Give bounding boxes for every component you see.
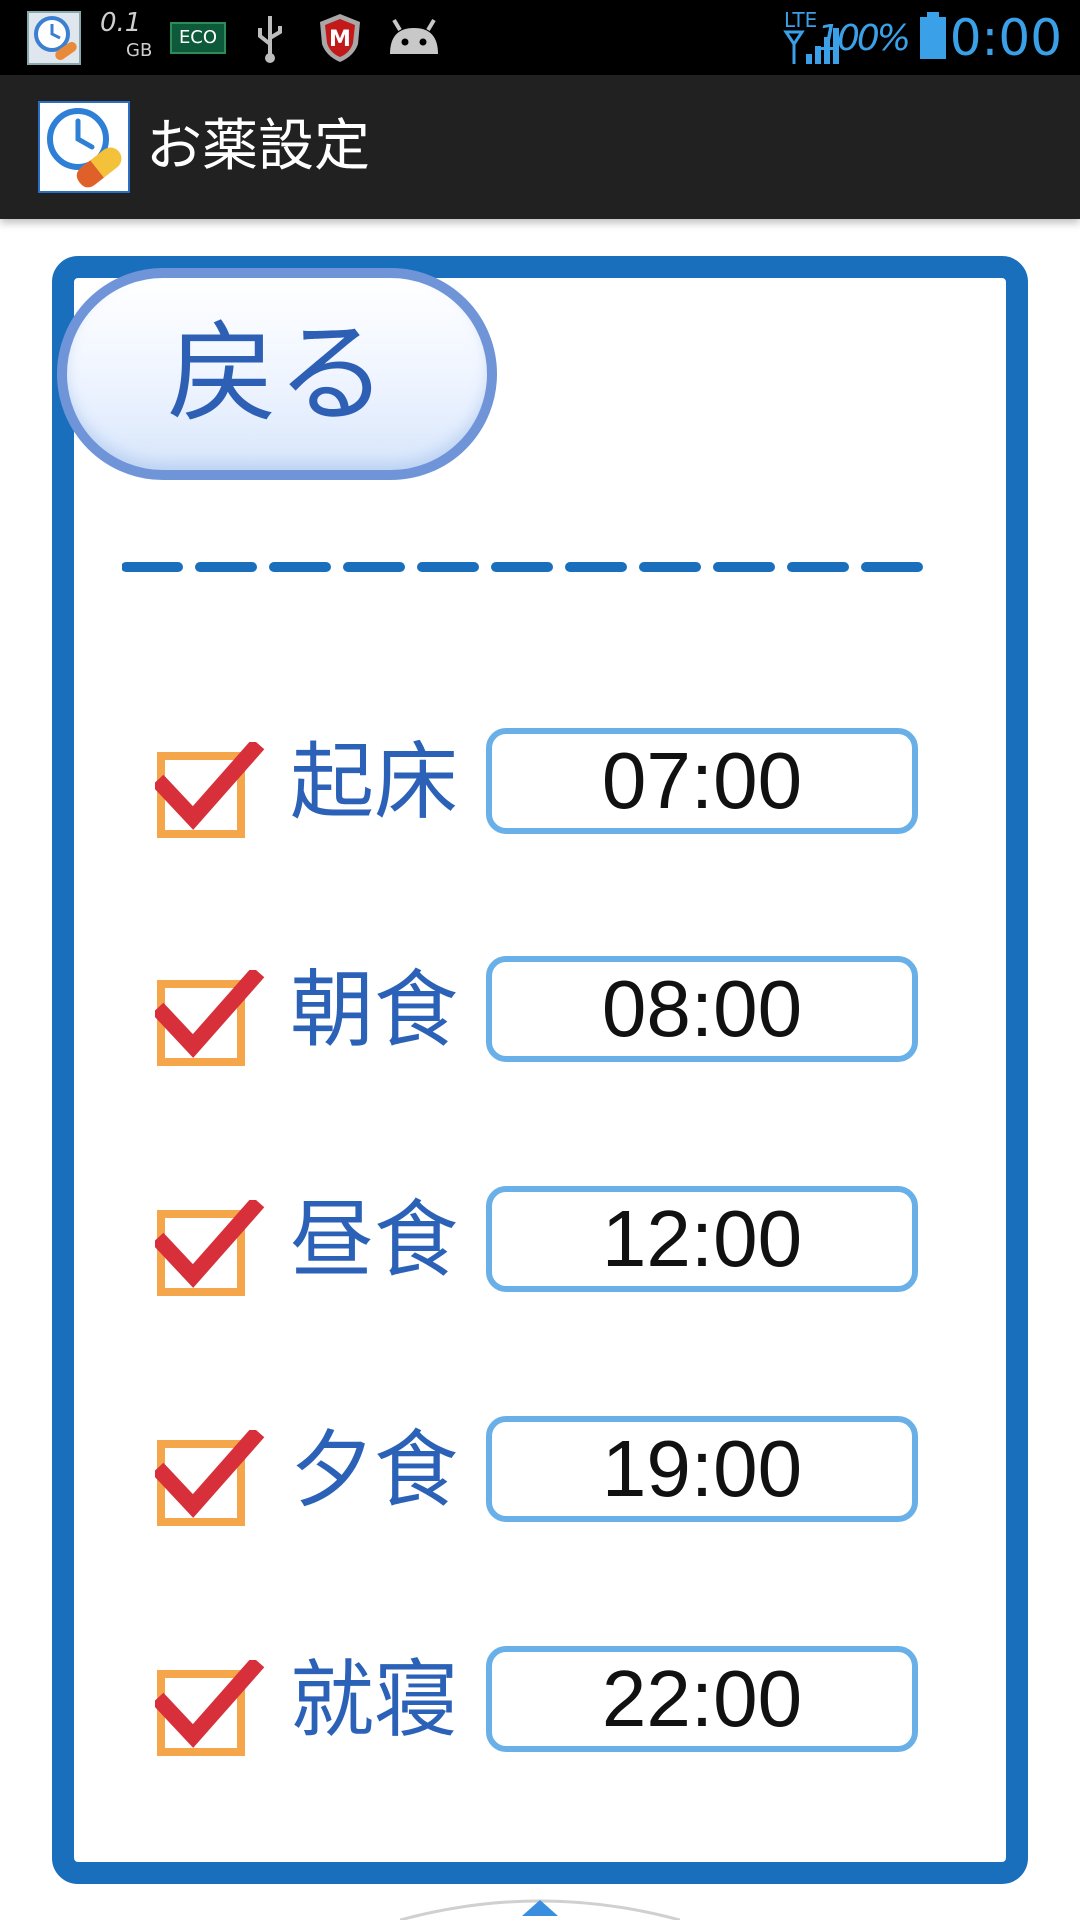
svg-text:M: M <box>329 27 351 52</box>
schedule-label: 朝食 <box>290 961 459 1059</box>
checkbox-checked-icon[interactable] <box>155 1430 265 1530</box>
checkbox-checked-icon[interactable] <box>155 1200 265 1300</box>
data-usage-value: 0.1 <box>100 8 142 38</box>
battery-percent: 100% <box>817 18 911 59</box>
action-bar: お薬設定 <box>0 75 1080 219</box>
eco-icon: ECO <box>170 22 226 54</box>
time-picker-field[interactable]: 07:00 <box>486 728 918 834</box>
schedule-row-wakeup: 起床 07:00 <box>0 722 1080 842</box>
schedule-label: 就寝 <box>290 1651 459 1749</box>
schedule-label: 昼食 <box>290 1191 459 1289</box>
schedule-row-breakfast: 朝食 08:00 <box>0 950 1080 1070</box>
data-usage-unit: GB <box>126 40 153 61</box>
time-picker-field[interactable]: 08:00 <box>486 956 918 1062</box>
android-icon <box>390 18 438 54</box>
nav-handle-icon[interactable] <box>400 1888 680 1920</box>
app-logo-icon[interactable] <box>38 101 130 193</box>
schedule-row-lunch: 昼食 12:00 <box>0 1180 1080 1300</box>
mcafee-shield-icon: M <box>320 14 360 62</box>
back-button[interactable]: 戻る <box>57 268 497 480</box>
page-title: お薬設定 <box>146 114 370 179</box>
schedule-label: 起床 <box>290 733 459 831</box>
schedule-label: 夕食 <box>290 1421 459 1519</box>
app-notification-icon <box>27 11 81 65</box>
clock: 0:00 <box>949 9 1062 67</box>
schedule-row-dinner: 夕食 19:00 <box>0 1410 1080 1530</box>
battery-icon <box>920 12 946 59</box>
clock-pill-icon <box>47 108 122 188</box>
time-picker-field[interactable]: 19:00 <box>486 1416 918 1522</box>
dashed-divider <box>122 562 936 572</box>
checkbox-checked-icon[interactable] <box>155 970 265 1070</box>
eco-label: ECO <box>178 27 218 48</box>
usb-icon <box>258 16 282 63</box>
checkbox-checked-icon[interactable] <box>155 1660 265 1760</box>
time-picker-field[interactable]: 22:00 <box>486 1646 918 1752</box>
time-picker-field[interactable]: 12:00 <box>486 1186 918 1292</box>
checkbox-checked-icon[interactable] <box>155 742 265 842</box>
status-bar: 0.1 GB ECO M LTE 100% 0:00 <box>0 0 1080 75</box>
schedule-row-bedtime: 就寝 22:00 <box>0 1640 1080 1760</box>
